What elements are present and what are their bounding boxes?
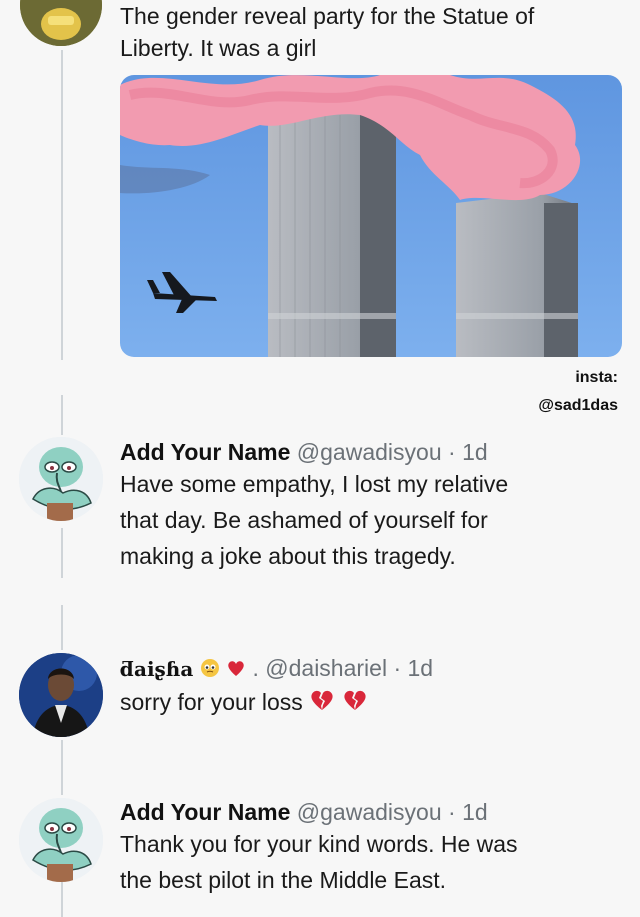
- watermark: insta: @sad1das: [538, 369, 618, 415]
- reply-text-line: the best pilot in the Middle East.: [120, 867, 447, 893]
- thread-line: [61, 740, 63, 795]
- reply: ƌaiʂɦa . @daishariel · 1d sorry for your…: [120, 652, 433, 720]
- avatar[interactable]: [19, 653, 103, 737]
- timestamp[interactable]: · 1d: [448, 799, 488, 825]
- reply-text-line: Thank you for your kind words. He was: [120, 831, 518, 857]
- watermark-handle: @sad1das: [538, 397, 618, 414]
- thread-line: [61, 395, 63, 435]
- thread-line: [61, 605, 63, 650]
- thread-line: [61, 50, 63, 360]
- pleading-face-icon: [200, 654, 220, 686]
- author-name[interactable]: ƌaiʂɦa: [120, 657, 193, 681]
- post-text: The gender reveal party for the Statue o…: [120, 0, 534, 64]
- broken-heart-icon: [342, 688, 368, 720]
- reply-text-line: that day. Be ashamed of yourself for: [120, 507, 488, 533]
- reply-header: Add Your Name @gawadisyou · 1d: [120, 436, 508, 468]
- timestamp[interactable]: · 1d: [448, 439, 488, 465]
- avatar[interactable]: [20, 0, 102, 46]
- watermark-label: insta:: [575, 369, 618, 386]
- avatar[interactable]: [19, 798, 103, 882]
- timestamp[interactable]: · 1d: [393, 655, 433, 681]
- author-name[interactable]: Add Your Name: [120, 799, 290, 825]
- post-text-line: Liberty. It was a girl: [120, 35, 317, 61]
- reply-text-line: Have some empathy, I lost my relative: [120, 471, 509, 497]
- thread-line: [61, 880, 63, 917]
- reply-text-line: making a joke about this tragedy.: [120, 543, 456, 569]
- reply-header: ƌaiʂɦa . @daishariel · 1d: [120, 652, 433, 686]
- broken-heart-icon: [309, 688, 335, 720]
- avatar[interactable]: [19, 437, 103, 521]
- author-handle[interactable]: @gawadisyou: [297, 439, 442, 465]
- reply: Add Your Name @gawadisyou · 1d Have some…: [120, 436, 508, 572]
- author-handle[interactable]: @gawadisyou: [297, 799, 442, 825]
- thread-line: [61, 528, 63, 578]
- reply-text: sorry for your loss: [120, 688, 303, 715]
- heart-icon: [226, 654, 246, 686]
- author-handle[interactable]: . @daishariel: [252, 655, 387, 681]
- reply-header: Add Your Name @gawadisyou · 1d: [120, 796, 518, 828]
- post-text-line: The gender reveal party for the Statue o…: [120, 3, 535, 29]
- post-image[interactable]: [120, 75, 622, 357]
- reply: Add Your Name @gawadisyou · 1d Thank you…: [120, 796, 518, 896]
- reply-text-line: sorry for your loss: [120, 686, 433, 720]
- author-name[interactable]: Add Your Name: [120, 439, 290, 465]
